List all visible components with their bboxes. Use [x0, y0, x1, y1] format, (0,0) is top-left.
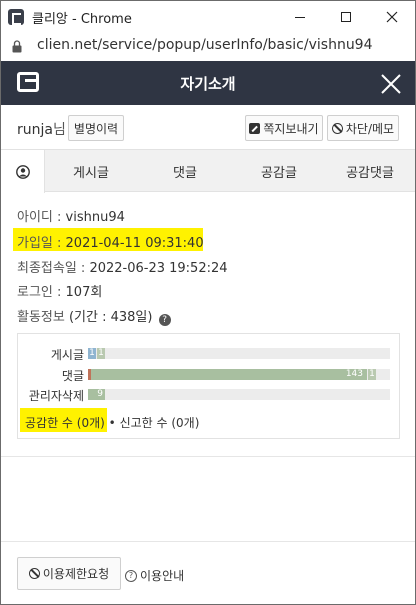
stat-seg-comments-0: 143: [91, 369, 367, 380]
tab-bar: 게시글 댓글 공감글 공감댓글: [1, 149, 415, 193]
usage-guide-link[interactable]: ? 이용안내: [125, 567, 184, 584]
liked-count[interactable]: 공감한 수 (0개): [25, 416, 105, 430]
block-memo-button[interactable]: 차단/메모: [327, 115, 399, 141]
url-text[interactable]: clien.net/service/popup/userInfo/basic/v…: [37, 37, 373, 53]
stat-label-comments: 댓글: [61, 369, 84, 383]
tab-comments[interactable]: 댓글: [137, 150, 233, 192]
close-popup-icon[interactable]: [380, 73, 402, 95]
stat-links: 공감한 수 (0개) • 신고한 수 (0개): [25, 414, 199, 431]
activity-period: (기간 : 438일): [68, 310, 153, 325]
stat-label-posts: 게시글: [50, 348, 84, 362]
stat-seg-comments-1: 1: [368, 369, 376, 380]
nickname-history-button[interactable]: 별명이력: [68, 115, 124, 141]
reported-count[interactable]: 신고한 수 (0개): [120, 416, 200, 430]
user-id-row: 아이디 : vishnu94: [17, 206, 125, 225]
join-date-value: 2021-04-11 09:31:40: [65, 236, 204, 251]
last-login-value: 2022-06-23 19:52:24: [89, 261, 228, 276]
join-date-row: 가입일 : 2021-04-11 09:31:40: [17, 232, 204, 251]
stat-seg-posts-0: 1: [88, 348, 96, 359]
pencil-icon: [249, 122, 261, 134]
page-title: 자기소개: [180, 75, 236, 93]
login-count-value: 107회: [65, 285, 103, 300]
stat-seg-posts-1: 1: [97, 348, 105, 359]
lock-icon: [12, 40, 22, 53]
maximize-icon: [341, 12, 351, 22]
activity-label: 활동정보: [17, 310, 69, 325]
divider: [1, 456, 415, 457]
minimize-button[interactable]: [277, 1, 323, 33]
stat-bar-comments: 143 1: [88, 369, 390, 380]
user-id-value: vishnu94: [65, 210, 125, 225]
stat-separator: •: [108, 416, 116, 430]
tab-posts[interactable]: 게시글: [45, 150, 137, 192]
ban-icon: [331, 122, 343, 134]
username: runja님: [17, 119, 66, 139]
tab-profile[interactable]: [1, 150, 45, 193]
stat-bar-posts: 1 1: [88, 348, 390, 359]
stat-seg-admin-deleted-0: 9: [88, 389, 105, 400]
restrict-request-button[interactable]: 이용제한요청: [17, 557, 121, 590]
restrict-request-label: 이용제한요청: [42, 567, 110, 581]
question-icon: ?: [125, 569, 137, 582]
last-login-row: 최종접속일 : 2022-06-23 19:52:24: [17, 257, 228, 276]
window-close-button[interactable]: [369, 1, 415, 33]
username-suffix: 님: [52, 122, 66, 138]
tab-liked-comments[interactable]: 공감댓글: [325, 150, 415, 192]
help-icon[interactable]: ?: [158, 314, 171, 326]
stat-label-admin-deleted: 관리자삭제: [28, 389, 84, 403]
minimize-icon: [295, 16, 305, 18]
clien-app-icon: [8, 9, 24, 25]
ban-icon: [28, 568, 40, 579]
send-message-label: 쪽지보내기: [263, 121, 319, 136]
window-title: 클리앙 - Chrome: [32, 12, 132, 27]
tab-liked-posts[interactable]: 공감글: [233, 150, 325, 192]
username-value: runja: [17, 122, 53, 138]
join-date-label: 가입일 :: [17, 236, 66, 251]
user-id-label: 아이디 :: [17, 210, 66, 225]
send-message-button[interactable]: 쪽지보내기: [245, 115, 323, 141]
last-login-label: 최종접속일 :: [17, 261, 90, 276]
usage-guide-label: 이용안내: [140, 569, 185, 583]
user-circle-icon: [15, 164, 30, 179]
login-count-label: 로그인 :: [17, 285, 66, 300]
block-memo-label: 차단/메모: [345, 121, 395, 136]
close-icon: [386, 11, 398, 23]
activity-row: 활동정보 (기간 : 438일) ?: [17, 306, 171, 326]
login-count-row: 로그인 : 107회: [17, 281, 102, 300]
stat-bar-admin-deleted: 9: [88, 389, 390, 400]
footer-divider: [1, 541, 415, 542]
maximize-button[interactable]: [323, 1, 369, 33]
